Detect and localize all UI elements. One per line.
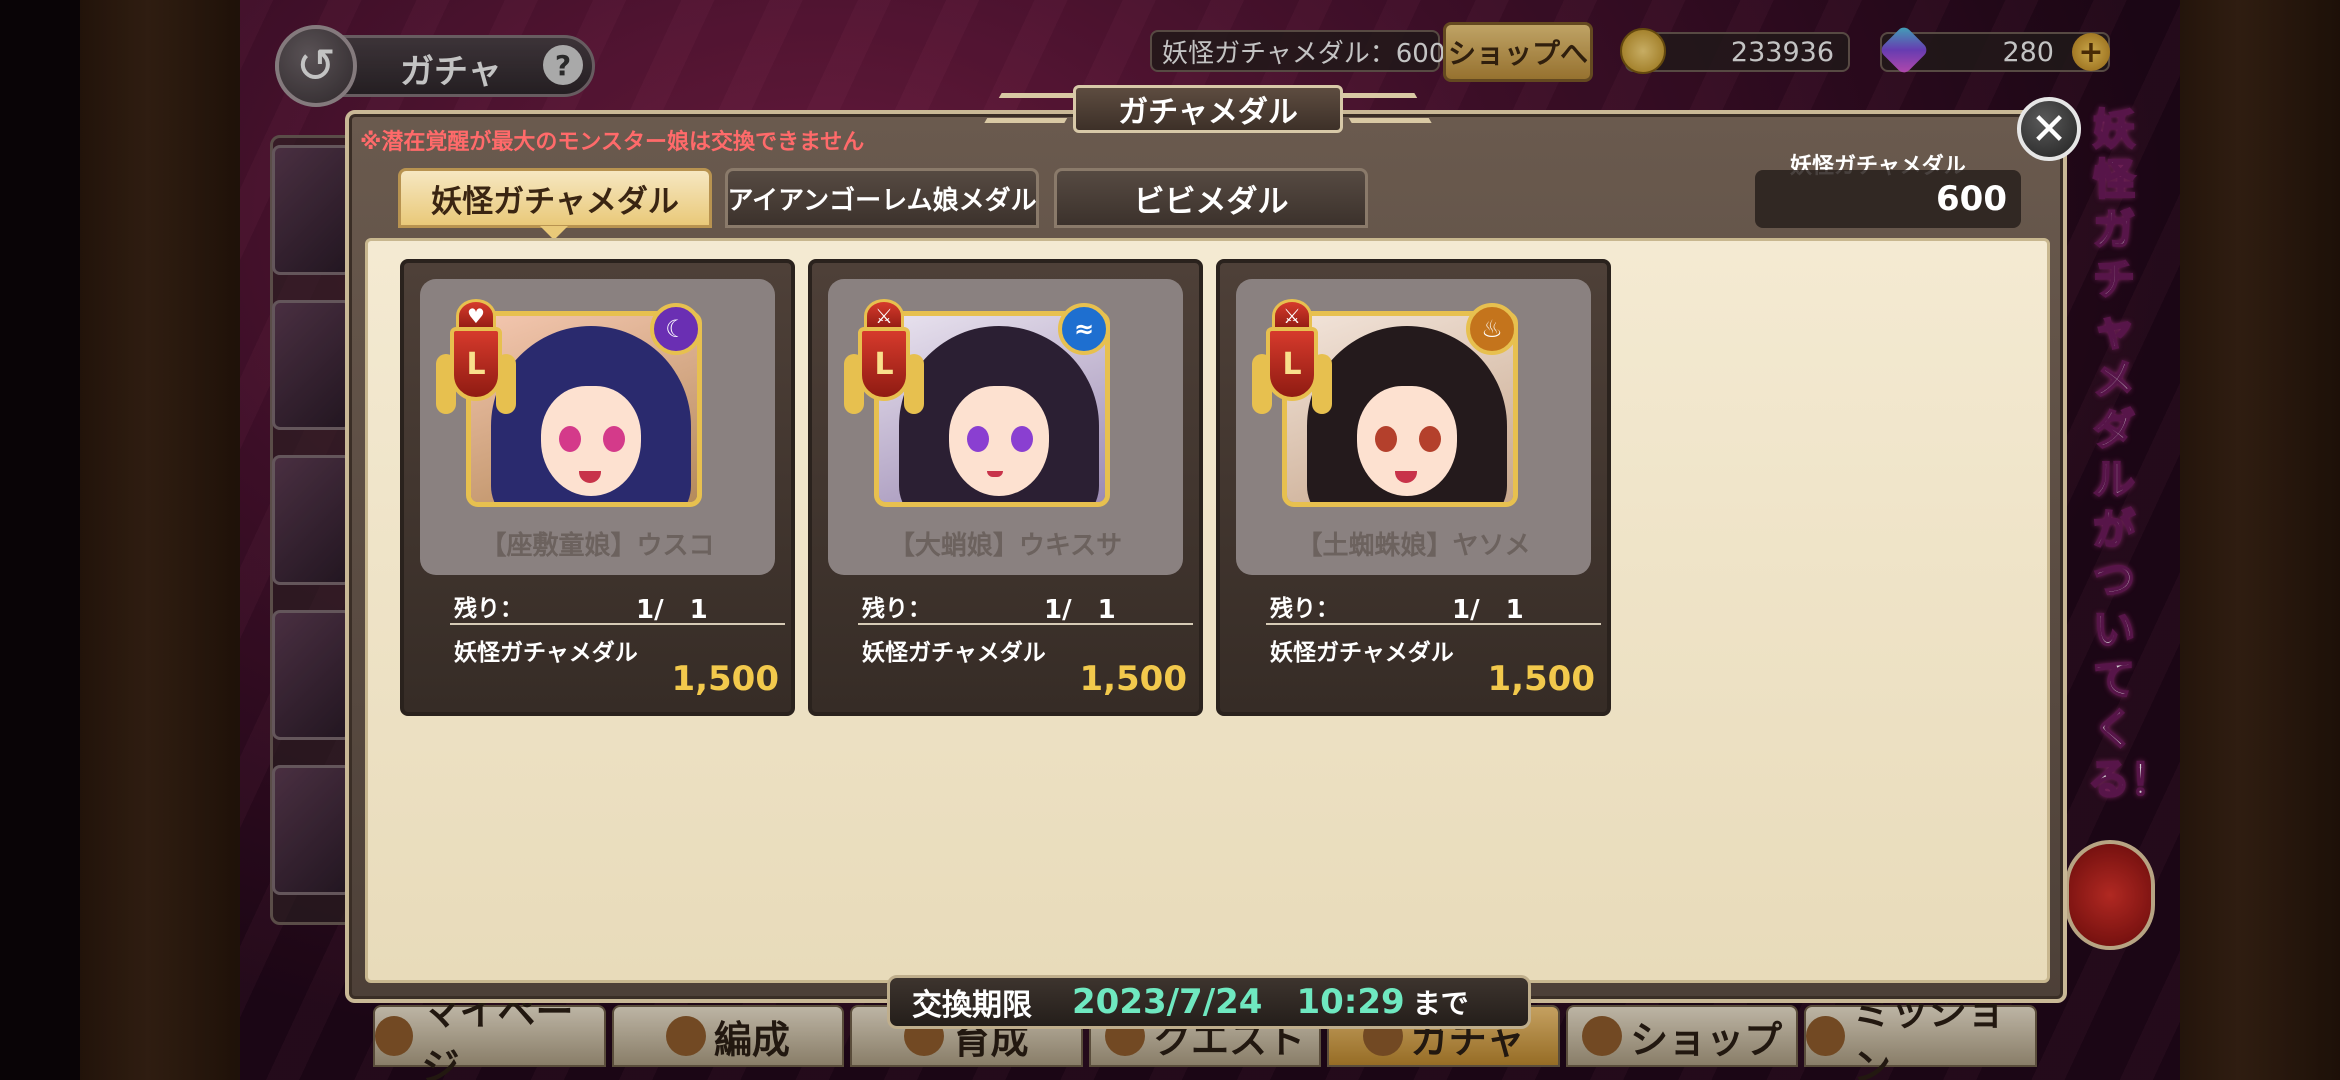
remaining-label: 残り：: [1270, 596, 1339, 622]
title-ornament-right: [1334, 93, 1432, 123]
exchange-deadline-bar: 交換期限 2023/7/24 10:29 まで: [887, 975, 1531, 1029]
exchange-item-card[interactable]: ⚔ L ≈ 【大蛸娘】ウキスサ 残り： 1/ 1 妖怪ガチャメダル 1,500: [808, 259, 1203, 716]
medal-balance-value: 600: [1755, 170, 2021, 228]
remaining-label: 残り：: [454, 596, 523, 622]
portrait-eye: [1375, 426, 1397, 452]
tab-youkai-gacha-medal[interactable]: 妖怪ガチャメダル: [398, 168, 712, 228]
character-name: 【大蛸娘】ウキスサ: [888, 531, 1123, 561]
cost-currency-label: 妖怪ガチャメダル: [862, 640, 1046, 666]
tab-label: アイアンゴーレム娘メダル: [727, 185, 1037, 216]
card-divider: [858, 623, 1193, 625]
deadline-label: 交換期限: [912, 988, 1032, 1023]
remaining-label: 残り：: [862, 596, 931, 622]
exchange-item-card[interactable]: ⚔ L ♨ 【土蜘蛛娘】ヤソメ 残り： 1/ 1 妖怪ガチャメダル 1,500: [1216, 259, 1611, 716]
cost-value: 1,500: [671, 659, 779, 699]
cost-currency-label: 妖怪ガチャメダル: [1270, 640, 1454, 666]
card-divider: [1266, 623, 1601, 625]
rank-badge: ⚔ L: [1252, 299, 1332, 439]
close-icon[interactable]: ✕: [2017, 97, 2081, 161]
tab-label: 妖怪ガチャメダル: [431, 183, 679, 220]
exchange-notice: ※潜在覚醒が最大のモンスター娘は交換できません: [360, 130, 865, 155]
close-glyph: ✕: [2030, 103, 2068, 155]
cost-currency-label: 妖怪ガチャメダル: [454, 640, 638, 666]
portrait-eye: [603, 426, 625, 452]
rank-badge: ⚔ L: [844, 299, 924, 439]
remaining-value: 1/ 1: [1452, 595, 1524, 625]
modal-title-plate: ガチャメダル: [984, 78, 1432, 138]
tab-label: ビビメダル: [1133, 183, 1289, 220]
deadline-time: 10:29: [1296, 982, 1405, 1022]
portrait-eye: [559, 426, 581, 452]
portrait-eye: [1419, 426, 1441, 452]
portrait-eye: [967, 426, 989, 452]
character-name: 【座敷童娘】ウスコ: [480, 531, 715, 561]
deadline-suffix: まで: [1412, 987, 1469, 1020]
exchange-item-card[interactable]: ♥ L ☾ 【座敷童娘】ウスコ 残り： 1/ 1 妖怪ガチャメダル 1,500: [400, 259, 795, 716]
card-divider: [450, 623, 785, 625]
remaining-value: 1/ 1: [636, 595, 708, 625]
dark-element-icon: ☾: [650, 303, 702, 355]
cost-value: 1,500: [1487, 659, 1595, 699]
rank-letter: L: [450, 327, 502, 401]
character-name: 【土蜘蛛娘】ヤソメ: [1296, 531, 1531, 561]
rank-letter: L: [1266, 327, 1318, 401]
tab-iron-golem-medal[interactable]: アイアンゴーレム娘メダル: [725, 168, 1039, 228]
portrait-eye: [1011, 426, 1033, 452]
remaining-value: 1/ 1: [1044, 595, 1116, 625]
deadline-date: 2023/7/24: [1072, 982, 1263, 1022]
water-element-icon: ≈: [1058, 303, 1110, 355]
cost-value: 1,500: [1079, 659, 1187, 699]
rank-letter: L: [858, 327, 910, 401]
tab-bibi-medal[interactable]: ビビメダル: [1054, 168, 1368, 228]
fire-element-icon: ♨: [1466, 303, 1518, 355]
portrait-face: [949, 386, 1049, 496]
rank-badge: ♥ L: [436, 299, 516, 439]
modal-title: ガチャメダル: [1073, 85, 1343, 133]
title-ornament-left: [984, 93, 1082, 123]
